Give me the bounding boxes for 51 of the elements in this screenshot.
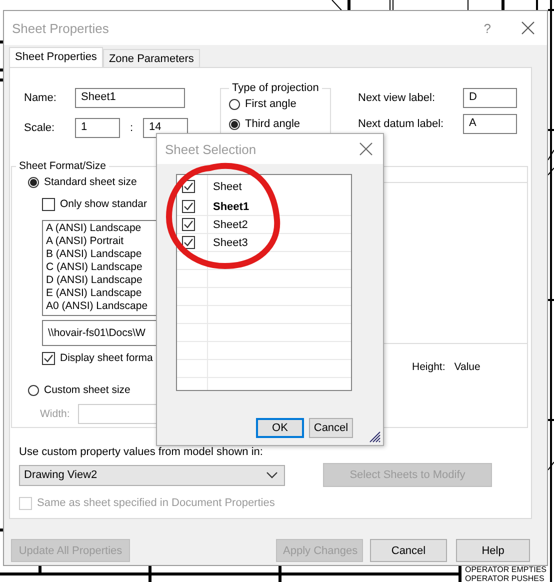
window-title: Sheet Properties bbox=[12, 20, 110, 36]
checkbox[interactable] bbox=[42, 198, 55, 210]
radio-label: First angle bbox=[245, 98, 296, 110]
checkbox-label: Display sheet forma bbox=[60, 352, 153, 364]
scale-label: Scale: bbox=[24, 122, 56, 134]
field-label: Next view label: bbox=[358, 92, 436, 104]
label-field[interactable]: D bbox=[463, 88, 517, 108]
scale-field[interactable]: 1 bbox=[75, 118, 120, 138]
chevron-down-icon bbox=[266, 471, 278, 479]
checkbox[interactable] bbox=[182, 218, 195, 231]
drawing-note: OPERATOR EMPTIES bbox=[465, 565, 546, 574]
label-field[interactable]: A bbox=[463, 114, 517, 134]
dialog-button[interactable]: Help bbox=[456, 539, 530, 562]
checkbox[interactable] bbox=[182, 236, 195, 249]
width-label: Width: bbox=[40, 408, 70, 420]
close-icon[interactable] bbox=[359, 142, 373, 156]
drawing-note: OPERATOR PUSHES bbox=[465, 574, 546, 582]
table-cell: Sheet3 bbox=[213, 236, 248, 248]
name-field[interactable]: Sheet1 bbox=[75, 88, 185, 108]
name-label: Name: bbox=[24, 92, 58, 104]
custom-property-label: Use custom property values from model shown in: bbox=[19, 445, 264, 460]
model-view-dropdown[interactable]: Drawing View2 bbox=[19, 464, 285, 486]
height-value: Value bbox=[454, 361, 480, 373]
radio-button[interactable] bbox=[28, 176, 39, 188]
checkbox[interactable] bbox=[182, 200, 195, 213]
radio-button[interactable] bbox=[229, 98, 240, 110]
radio-label: Custom sheet size bbox=[44, 384, 130, 396]
group-title: Type of projection bbox=[231, 82, 320, 94]
tab[interactable]: Zone Parameters bbox=[102, 49, 200, 67]
resize-grip-icon[interactable] bbox=[367, 429, 381, 443]
checkbox-label: Same as sheet specified in Document Properties bbox=[37, 497, 275, 509]
dialog-button[interactable]: Cancel bbox=[309, 418, 353, 438]
column-header: Sheet bbox=[213, 180, 242, 192]
group-title: Sheet Format/Size bbox=[18, 160, 107, 172]
scale-separator: : bbox=[128, 122, 134, 134]
checkbox[interactable] bbox=[42, 352, 55, 364]
radio-button[interactable] bbox=[229, 118, 240, 130]
table-cell: Sheet1 bbox=[213, 200, 250, 212]
dialog-title: Sheet Selection bbox=[165, 142, 256, 156]
dialog-button[interactable]: OK bbox=[256, 418, 304, 438]
tab[interactable]: Sheet Properties bbox=[9, 47, 103, 67]
field-label: Next datum label: bbox=[358, 118, 445, 130]
checkbox-label: Only show standar bbox=[60, 198, 147, 210]
radio-label: Third angle bbox=[245, 118, 300, 130]
radio-label: Standard sheet size bbox=[44, 176, 137, 188]
height-label: Height: bbox=[412, 361, 446, 373]
table-cell: Sheet2 bbox=[213, 218, 248, 230]
dialog-button[interactable]: Cancel bbox=[370, 539, 447, 562]
radio-button[interactable] bbox=[28, 384, 39, 396]
close-icon[interactable] bbox=[521, 21, 535, 35]
help-button[interactable]: ? bbox=[484, 20, 491, 36]
